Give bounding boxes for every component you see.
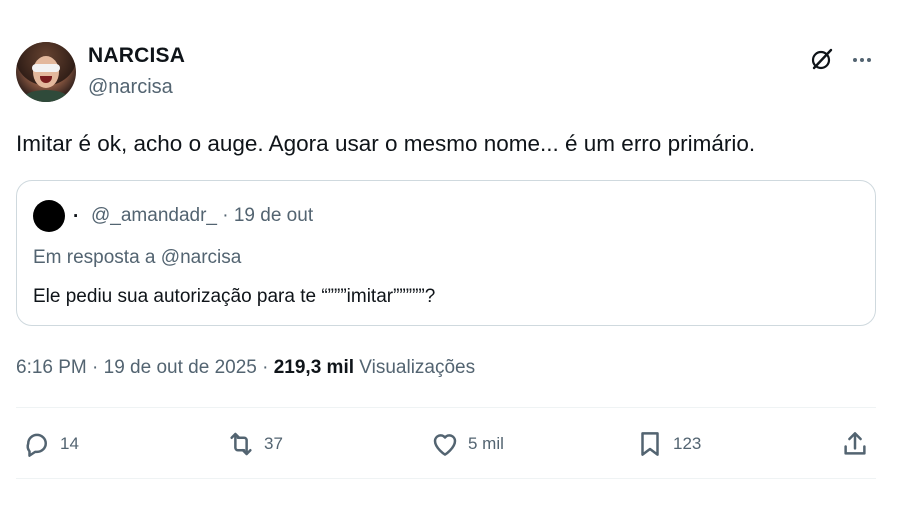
avatar-face [33, 56, 59, 88]
bookmark-icon [641, 432, 659, 456]
repost-icon [230, 432, 252, 456]
avatar-sunglasses [32, 64, 60, 72]
share-icon [844, 432, 866, 455]
reply-count: 14 [60, 434, 79, 453]
bookmark-button[interactable]: 123 [635, 428, 701, 460]
heart-icon [433, 434, 457, 456]
more-icon[interactable] [850, 48, 874, 72]
views-count: 219,3 mil [273, 357, 355, 378]
tweet-meta: 6:16 PM · 19 de out de 2025 · 219,3 mil … [16, 357, 475, 379]
quoted-meta: @_amandadr_ · 19 de out [91, 205, 314, 226]
timestamp[interactable]: 6:16 PM · 19 de out de 2025 · [16, 357, 274, 378]
reply-icon [26, 433, 47, 457]
divider-bottom [16, 478, 876, 479]
repost-button[interactable]: 37 [226, 428, 283, 460]
tweet: NARCISA @narcisa Imitar é ok, acho o aug… [0, 0, 906, 509]
share-button[interactable] [840, 428, 870, 460]
divider-top [16, 407, 876, 408]
grok-icon[interactable] [810, 47, 834, 71]
quoted-tweet[interactable]: . @_amandadr_ · 19 de out Em resposta a … [16, 180, 876, 326]
tweet-text: Imitar é ok, acho o auge. Agora usar o m… [16, 131, 756, 156]
views-label: Visualizações [354, 357, 476, 378]
author-handle[interactable]: @narcisa [88, 76, 173, 99]
quoted-reply-to: Em resposta a @narcisa [33, 247, 242, 268]
reply-button[interactable]: 14 [22, 428, 79, 460]
like-count: 5 mil [468, 434, 504, 453]
quoted-text: Ele pediu sua autorização para te “”””im… [33, 286, 436, 307]
author-avatar[interactable] [16, 42, 76, 102]
repost-count: 37 [264, 434, 283, 453]
quoted-author-name: . [73, 201, 79, 222]
bookmark-count: 123 [673, 434, 702, 453]
like-button[interactable]: 5 mil [430, 428, 504, 460]
author-name[interactable]: NARCISA [88, 44, 185, 68]
quoted-author-avatar[interactable] [33, 200, 65, 232]
